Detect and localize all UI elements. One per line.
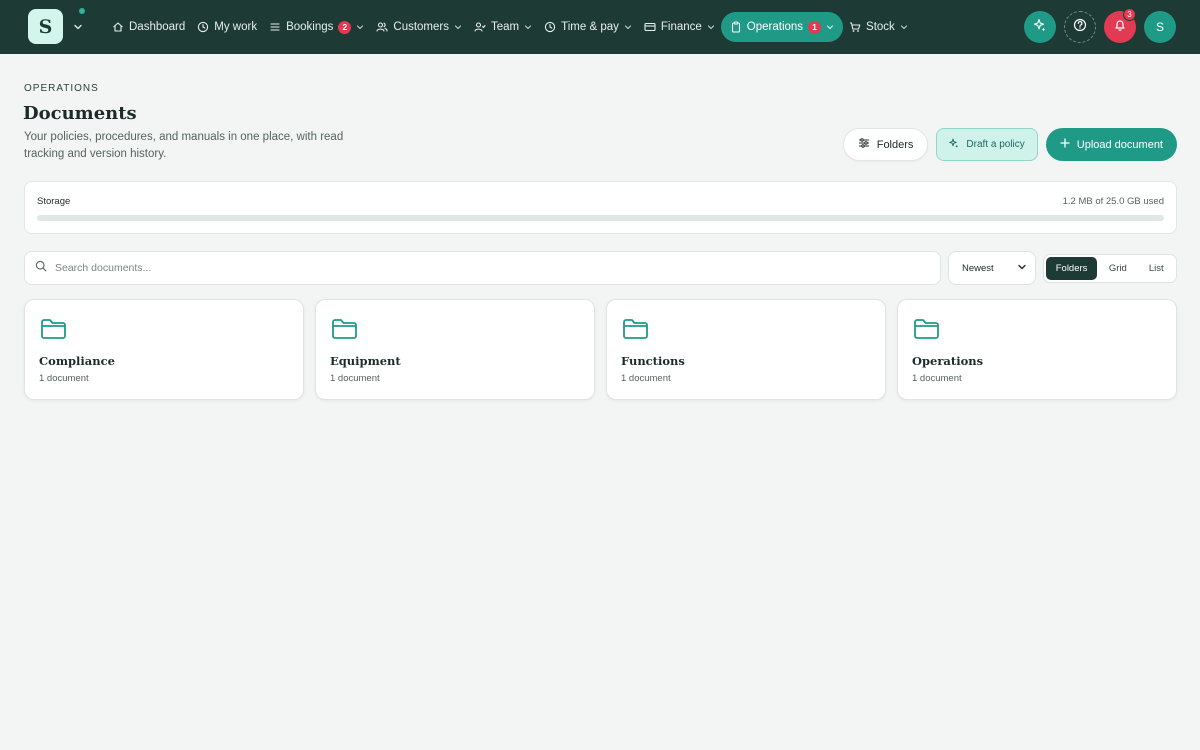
folder-name: Operations	[912, 354, 984, 368]
card-icon	[644, 21, 656, 33]
nav-item-team[interactable]: Team	[468, 12, 538, 42]
folder-document-count: 1 document	[912, 373, 962, 384]
chevron-down-icon	[624, 23, 632, 31]
chevron-down-icon	[524, 23, 532, 31]
nav-label: My work	[214, 21, 258, 33]
user-avatar[interactable]: S	[1144, 11, 1176, 43]
cart-icon	[849, 21, 861, 33]
upload-button-label: Upload document	[1076, 138, 1163, 151]
search-input[interactable]	[55, 262, 915, 274]
nav-item-dashboard[interactable]: Dashboard	[106, 12, 191, 42]
nav-label: Team	[491, 21, 520, 33]
nav-label: Time & pay	[561, 21, 619, 33]
page-subtitle: Your policies, procedures, and manuals i…	[24, 131, 344, 160]
nav-item-stock[interactable]: Stock	[843, 12, 914, 42]
chevron-down-icon	[900, 23, 908, 31]
notification-count-badge: 3	[1123, 8, 1136, 21]
storage-progress-bar	[37, 215, 1164, 221]
folder-icon	[913, 318, 940, 340]
storage-label: Storage	[37, 196, 71, 207]
logo-letter: S	[38, 15, 53, 38]
view-folders-option[interactable]: Folders	[1046, 257, 1098, 280]
view-list-option[interactable]: List	[1139, 257, 1174, 280]
nav-label: Stock	[866, 21, 895, 33]
folder-card[interactable]: Compliance 1 document	[24, 299, 304, 400]
storage-card: Storage 1.2 MB of 25.0 GB used	[24, 181, 1177, 234]
app-logo[interactable]: S	[28, 9, 63, 44]
clipboard-icon	[730, 21, 742, 33]
sort-select[interactable]: Newest	[948, 251, 1036, 285]
sparkle-icon	[1033, 18, 1047, 37]
help-icon	[1073, 18, 1087, 37]
page-actions: Folders Draft a policy Upload document	[842, 128, 1177, 161]
main-nav: Dashboard My work Bookings 2 Customers T…	[106, 12, 914, 42]
sliders-icon	[858, 137, 870, 152]
storage-used-text: 1.2 MB of 25.0 GB used	[1062, 196, 1164, 207]
draft-policy-button[interactable]: Draft a policy	[936, 128, 1038, 161]
topbar-actions: 3 S	[1024, 8, 1176, 43]
chevron-down-icon	[454, 23, 462, 31]
folder-card[interactable]: Functions 1 document	[606, 299, 886, 400]
folder-icon	[622, 318, 649, 340]
chevron-down-icon	[1017, 262, 1027, 275]
help-button[interactable]	[1064, 11, 1096, 43]
list-icon	[269, 21, 281, 33]
nav-label: Bookings	[286, 21, 334, 33]
chevron-down-icon	[826, 23, 834, 31]
folder-name: Equipment	[330, 354, 401, 368]
nav-item-time-pay[interactable]: Time & pay	[538, 12, 638, 42]
folder-document-count: 1 document	[621, 373, 671, 384]
ai-assistant-button[interactable]	[1024, 11, 1056, 43]
sort-selected-value: Newest	[962, 262, 994, 274]
nav-item-finance[interactable]: Finance	[638, 12, 721, 42]
chevron-down-icon	[356, 23, 364, 31]
team-icon	[474, 21, 486, 33]
operations-count-badge: 1	[808, 20, 822, 34]
bell-icon	[1113, 18, 1127, 37]
view-mode-toggle: Folders Grid List	[1043, 254, 1177, 283]
plus-icon	[1060, 138, 1070, 151]
upload-document-button[interactable]: Upload document	[1045, 128, 1177, 161]
clock-icon	[544, 21, 556, 33]
status-dot	[79, 8, 85, 14]
nav-label: Customers	[393, 21, 449, 33]
manage-folders-button[interactable]: Folders	[842, 128, 929, 161]
chevron-down-icon	[707, 23, 715, 31]
nav-item-operations[interactable]: Operations 1	[720, 12, 844, 42]
folders-button-label: Folders	[876, 138, 914, 151]
clock-icon	[197, 21, 209, 33]
page-title: Documents	[23, 103, 137, 124]
nav-item-customers[interactable]: Customers	[370, 12, 468, 42]
search-box	[24, 251, 941, 285]
search-icon	[35, 259, 47, 277]
folder-card[interactable]: Equipment 1 document	[315, 299, 595, 400]
workspace-switcher-chevron-icon[interactable]	[70, 19, 86, 35]
view-grid-option[interactable]: Grid	[1099, 257, 1136, 280]
nav-label: Operations	[746, 21, 804, 33]
notifications-button[interactable]: 3	[1104, 8, 1136, 43]
section-eyebrow: OPERATIONS	[24, 83, 99, 94]
home-icon	[112, 21, 124, 33]
avatar-letter: S	[1155, 20, 1164, 34]
nav-item-my-work[interactable]: My work	[191, 12, 263, 42]
nav-label: Dashboard	[129, 21, 186, 33]
draft-button-label: Draft a policy	[966, 139, 1025, 150]
folder-name: Compliance	[39, 354, 115, 368]
nav-label: Finance	[660, 21, 702, 33]
folder-icon	[331, 318, 358, 340]
folder-grid: Compliance 1 document Equipment 1 docume…	[24, 299, 1177, 400]
folder-name: Functions	[621, 354, 685, 368]
top-navigation-bar: S Dashboard My work Bookings 2 Customers…	[0, 0, 1200, 54]
folder-document-count: 1 document	[330, 373, 380, 384]
sparkle-icon	[949, 138, 959, 151]
folder-document-count: 1 document	[39, 373, 89, 384]
folder-card[interactable]: Operations 1 document	[897, 299, 1177, 400]
users-icon	[376, 21, 388, 33]
nav-item-bookings[interactable]: Bookings 2	[263, 12, 370, 42]
bookings-count-badge: 2	[338, 20, 352, 34]
folder-icon	[40, 318, 67, 340]
